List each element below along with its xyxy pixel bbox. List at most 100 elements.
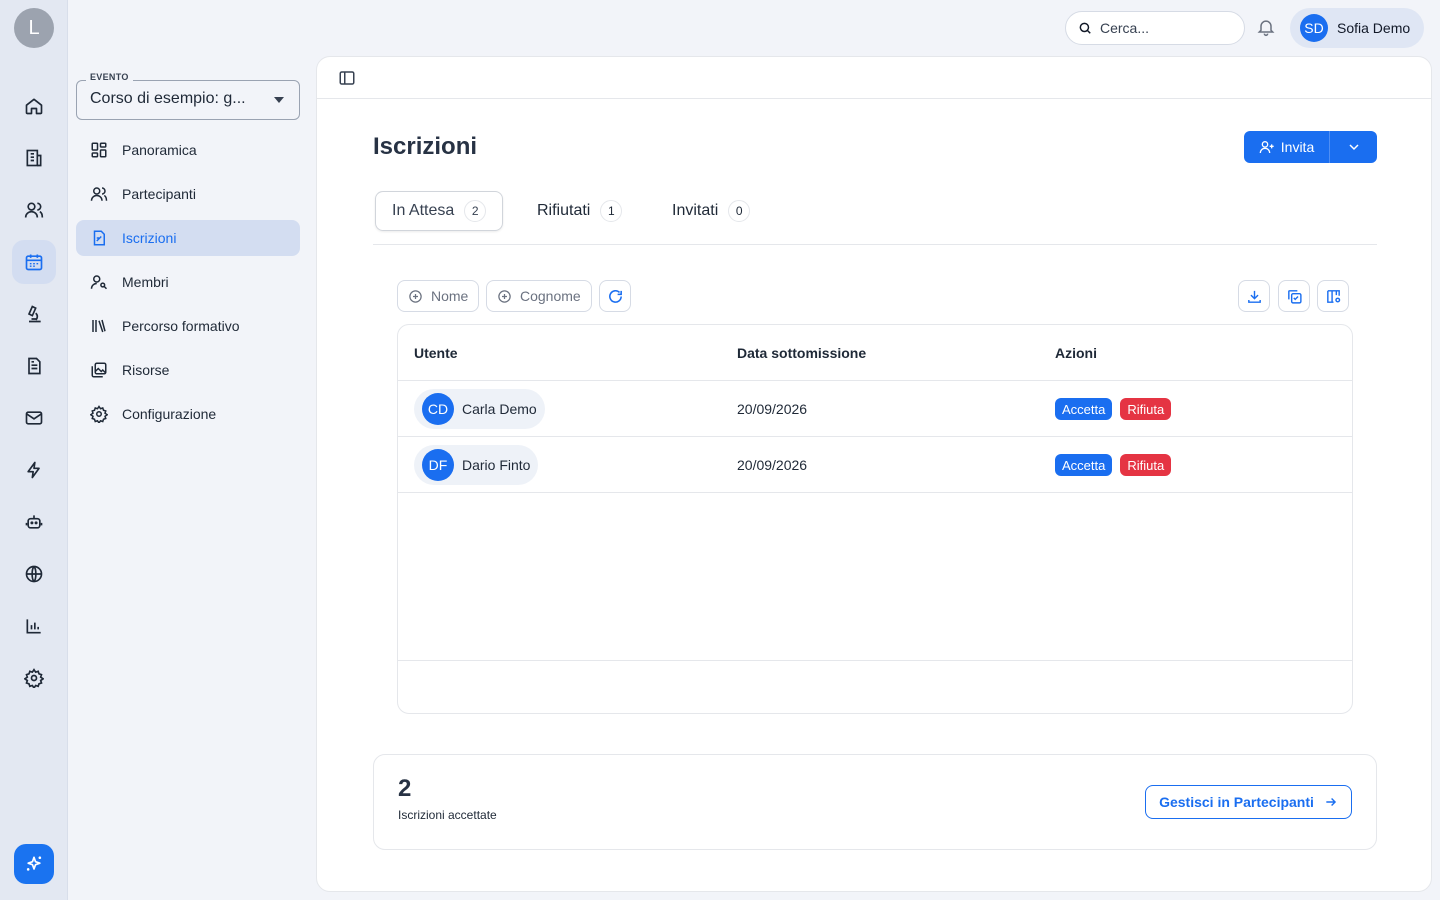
users-icon bbox=[90, 187, 108, 201]
user-menu[interactable]: SD Sofia Demo bbox=[1290, 8, 1424, 48]
tab-rifiutati[interactable]: Rifiutati 1 bbox=[521, 191, 638, 231]
table-header: Utente Data sottomissione Azioni bbox=[398, 325, 1352, 381]
nav-item-label: Panoramica bbox=[122, 142, 197, 158]
arrow-right-icon bbox=[1326, 798, 1336, 806]
reject-button[interactable]: Rifiuta bbox=[1120, 398, 1172, 420]
avatar: CD bbox=[422, 393, 454, 425]
card-toolbar bbox=[317, 57, 1431, 99]
bell-icon[interactable] bbox=[1256, 17, 1278, 39]
invite-dropdown-button[interactable] bbox=[1330, 131, 1377, 163]
table-footer-divider bbox=[398, 660, 1352, 661]
avatar: DF bbox=[422, 449, 454, 481]
nav-item-label: Percorso formativo bbox=[122, 318, 240, 334]
user-chip[interactable]: DF Dario Finto bbox=[414, 445, 539, 485]
nav-item-label: Iscrizioni bbox=[122, 230, 177, 246]
column-header-data[interactable]: Data sottomissione bbox=[737, 345, 866, 361]
registrations-table: Utente Data sottomissione Azioni CD Carl… bbox=[397, 324, 1353, 714]
users-icon[interactable] bbox=[12, 188, 56, 232]
user-name: Sofia Demo bbox=[1337, 20, 1411, 36]
user-plus-icon bbox=[1259, 141, 1274, 154]
building-icon[interactable] bbox=[12, 136, 56, 180]
sidebar-toggle-icon[interactable] bbox=[338, 69, 356, 87]
lightning-icon[interactable] bbox=[12, 448, 56, 492]
nav-item-iscrizioni[interactable]: Iscrizioni bbox=[76, 220, 300, 256]
copy-check-icon bbox=[1287, 289, 1302, 304]
tab-invitati[interactable]: Invitati 0 bbox=[656, 191, 766, 231]
manage-participants-button[interactable]: Gestisci in Partecipanti bbox=[1145, 785, 1352, 819]
reject-button[interactable]: Rifiuta bbox=[1120, 454, 1172, 476]
ai-assistant-button[interactable] bbox=[14, 844, 54, 884]
tab-label: Rifiutati bbox=[537, 202, 591, 219]
user-name: Dario Finto bbox=[462, 457, 531, 473]
microscope-icon[interactable] bbox=[12, 292, 56, 336]
nav-item-panoramica[interactable]: Panoramica bbox=[76, 132, 300, 168]
gear-icon[interactable] bbox=[12, 656, 56, 700]
accepted-label: Iscrizioni accettate bbox=[398, 808, 497, 822]
download-icon bbox=[1247, 290, 1261, 303]
nav-item-label: Risorse bbox=[122, 362, 170, 378]
manage-participants-label: Gestisci in Partecipanti bbox=[1159, 794, 1314, 810]
member-key-icon bbox=[90, 275, 108, 290]
select-all-button[interactable] bbox=[1278, 280, 1310, 312]
tab-count-badge: 1 bbox=[600, 200, 623, 222]
user-chip[interactable]: CD Carla Demo bbox=[414, 389, 545, 429]
columns-settings-icon bbox=[1326, 289, 1340, 303]
tab-label: In Attesa bbox=[392, 202, 455, 219]
library-icon bbox=[92, 319, 106, 333]
search-input[interactable]: Cerca... bbox=[1065, 11, 1245, 45]
filter-cognome-button[interactable]: Cognome bbox=[486, 280, 592, 312]
globe-icon[interactable] bbox=[12, 552, 56, 596]
nav-item-label: Partecipanti bbox=[122, 186, 196, 202]
tab-in-attesa[interactable]: In Attesa 2 bbox=[375, 191, 504, 231]
submission-date: 20/09/2026 bbox=[737, 457, 808, 473]
workspace-avatar[interactable]: L bbox=[14, 8, 54, 48]
nav-item-label: Configurazione bbox=[122, 406, 217, 422]
plus-circle-icon bbox=[498, 289, 511, 303]
refresh-icon bbox=[608, 289, 622, 303]
page-title: Iscrizioni bbox=[373, 133, 478, 160]
search-icon bbox=[1079, 22, 1091, 34]
tab-count-badge: 2 bbox=[464, 200, 487, 222]
chevron-down-icon bbox=[1348, 144, 1359, 151]
nav-item-risorse[interactable]: Risorse bbox=[76, 352, 300, 388]
summary-card: 2 Iscrizioni accettate Gestisci in Parte… bbox=[373, 754, 1377, 850]
tab-count-badge: 0 bbox=[728, 200, 751, 222]
filter-nome-button[interactable]: Nome bbox=[397, 280, 480, 312]
accept-button[interactable]: Accetta bbox=[1055, 454, 1113, 476]
chart-icon[interactable] bbox=[12, 604, 56, 648]
robot-icon[interactable] bbox=[12, 500, 56, 544]
invite-button-group: Invita bbox=[1244, 131, 1377, 163]
accepted-count: 2 bbox=[398, 775, 412, 802]
nav-item-membri[interactable]: Membri bbox=[76, 264, 300, 300]
column-settings-button[interactable] bbox=[1317, 280, 1349, 312]
calendar-icon[interactable] bbox=[12, 240, 56, 284]
app-rail: L bbox=[0, 0, 68, 900]
submission-date: 20/09/2026 bbox=[737, 401, 808, 417]
mail-icon[interactable] bbox=[12, 396, 56, 440]
column-header-utente[interactable]: Utente bbox=[414, 345, 458, 361]
tab-bar: In Attesa 2 Rifiutati 1 Invitati 0 bbox=[373, 191, 1377, 245]
refresh-button[interactable] bbox=[599, 280, 631, 312]
nav-item-partecipanti[interactable]: Partecipanti bbox=[76, 176, 300, 212]
sparkles-icon bbox=[26, 856, 42, 871]
gear-icon bbox=[90, 405, 108, 423]
plus-circle-icon bbox=[409, 289, 422, 303]
avatar: SD bbox=[1300, 14, 1328, 42]
invite-button[interactable]: Invita bbox=[1244, 131, 1330, 163]
accept-button[interactable]: Accetta bbox=[1055, 398, 1113, 420]
images-icon bbox=[91, 362, 107, 378]
event-select-value: Corso di esempio: g... bbox=[90, 90, 246, 107]
home-icon[interactable] bbox=[12, 84, 56, 128]
nav-item-configurazione[interactable]: Configurazione bbox=[76, 396, 300, 432]
caret-down-icon bbox=[274, 97, 284, 103]
document-icon[interactable] bbox=[12, 344, 56, 388]
table-row: CD Carla Demo 20/09/2026 Accetta Rifiuta bbox=[398, 381, 1352, 437]
nav-item-percorso-formativo[interactable]: Percorso formativo bbox=[76, 308, 300, 344]
filter-label: Cognome bbox=[520, 288, 581, 304]
section-nav: Panoramica Partecipanti Iscrizioni Membr… bbox=[76, 132, 300, 440]
row-actions: Accetta Rifiuta bbox=[1055, 398, 1172, 420]
download-button[interactable] bbox=[1238, 280, 1270, 312]
column-header-azioni: Azioni bbox=[1055, 345, 1097, 361]
row-actions: Accetta Rifiuta bbox=[1055, 454, 1172, 476]
dashboard-icon bbox=[91, 142, 107, 158]
